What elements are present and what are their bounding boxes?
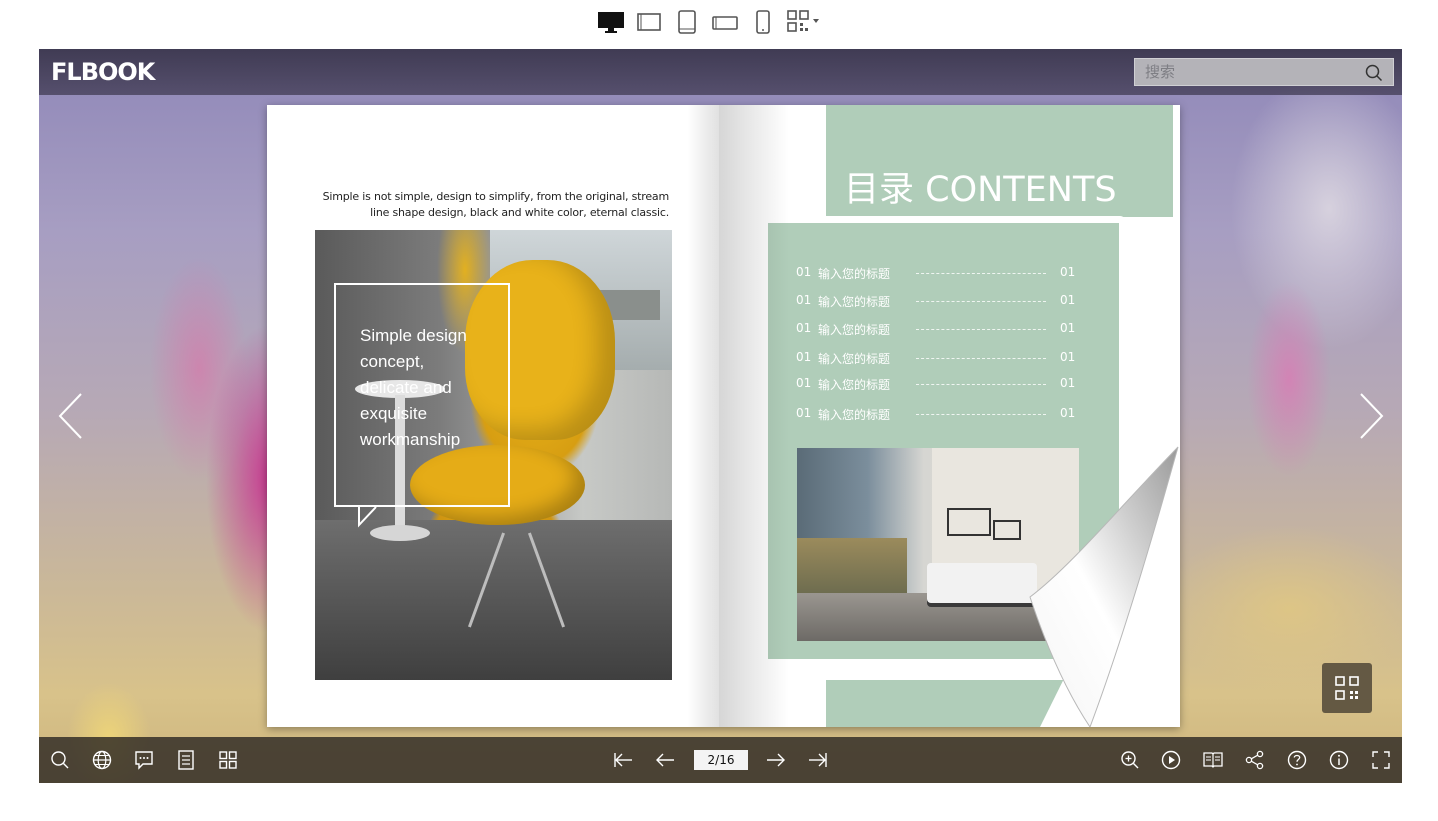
search-icon [51,751,69,769]
qr-code-button[interactable] [1322,663,1372,713]
flbook-logo[interactable]: FLBOOK [51,58,155,86]
phone-landscape-icon [712,16,738,30]
toc-item[interactable]: 01 输入您的标题 01 [796,319,1076,339]
chevron-left-icon [58,393,82,439]
search-tool-button[interactable] [49,749,71,771]
toc-item[interactable]: 01 输入您的标题 01 [796,291,1076,311]
zoom-in-button[interactable] [1119,749,1141,771]
device-preview-bar [596,7,832,37]
qr-code-icon [1335,676,1359,700]
left-page[interactable]: Simple is not simple, design to simplify… [267,105,719,727]
flipbook-viewer: FLBOOK Simple is not simple, design to s… [39,49,1402,783]
share-button[interactable] [1244,749,1266,771]
help-button[interactable] [1286,749,1308,771]
zoom-in-icon [1121,751,1139,769]
qr-code-icon [787,10,819,32]
play-icon [1161,750,1181,770]
arrow-right-icon [767,753,785,767]
comments-button[interactable] [133,749,155,771]
search-icon [1365,64,1383,82]
next-page-button[interactable] [765,749,787,771]
chevron-right-icon [1360,393,1384,439]
toc-item[interactable]: 01 输入您的标题 01 [796,404,1076,424]
next-page-arrow[interactable] [1355,391,1385,441]
book-spread[interactable]: Simple is not simple, design to simplify… [267,105,1180,727]
first-page-button[interactable] [612,749,634,771]
arrow-left-icon [656,753,674,767]
tablet-portrait-icon [678,10,696,34]
page-number-input[interactable] [694,750,748,770]
desktop-view-button[interactable] [596,7,626,37]
phone-portrait-icon [756,10,770,34]
search-box [1134,58,1394,86]
info-button[interactable] [1328,749,1350,771]
chat-bubble-icon [135,751,153,770]
bottom-toolbar [39,737,1402,783]
last-page-button[interactable] [807,749,829,771]
qr-code-dropdown-button[interactable] [786,7,824,37]
tablet-portrait-view-button[interactable] [672,7,702,37]
tablet-landscape-view-button[interactable] [634,7,664,37]
fullscreen-icon [1372,751,1390,769]
language-button[interactable] [91,749,113,771]
grid-icon [219,751,237,769]
desktop-icon [598,12,624,33]
open-book-icon [1203,752,1223,768]
globe-icon [92,750,112,770]
document-list-icon [178,750,194,770]
page-curl-corner[interactable] [920,427,1180,727]
phone-portrait-view-button[interactable] [748,7,778,37]
callout-text: Simple design concept, delicate and exqu… [360,326,467,449]
autoplay-button[interactable] [1160,749,1182,771]
callout-tail [358,505,377,528]
tablet-landscape-icon [637,13,661,31]
toc-item[interactable]: 01 输入您的标题 01 [796,348,1076,368]
single-double-page-button[interactable] [1202,749,1224,771]
fullscreen-button[interactable] [1370,749,1392,771]
first-page-icon [614,753,632,767]
search-button[interactable] [1365,64,1383,87]
previous-page-button[interactable] [654,749,676,771]
info-icon [1329,750,1349,770]
viewer-header: FLBOOK [39,49,1402,95]
table-of-contents-button[interactable] [175,749,197,771]
help-icon [1287,750,1307,770]
right-page[interactable]: 目录 CONTENTS 01 输入您的标题 01 01 输入您的标题 01 01 [719,105,1180,727]
search-input[interactable] [1135,59,1375,85]
toc-item[interactable]: 01 输入您的标题 01 [796,374,1076,394]
contents-title: 目录 CONTENTS [844,170,1117,210]
previous-page-arrow[interactable] [57,391,87,441]
share-icon [1245,750,1264,770]
thumbnails-button[interactable] [217,749,239,771]
phone-landscape-view-button[interactable] [710,7,740,37]
toc-item[interactable]: 01 输入您的标题 01 [796,263,1076,283]
intro-text: Simple is not simple, design to simplify… [322,190,670,219]
last-page-icon [809,753,827,767]
